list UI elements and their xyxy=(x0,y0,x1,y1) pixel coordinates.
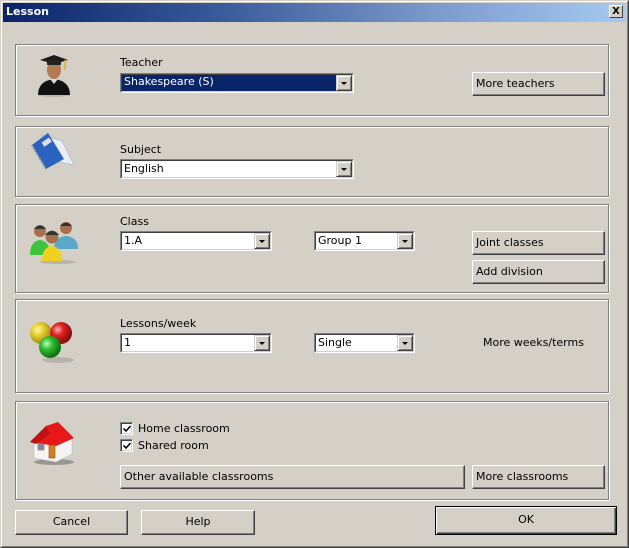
lesson-length-value: Single xyxy=(318,336,352,349)
checkmark-icon xyxy=(123,442,131,450)
more-teachers-button[interactable]: More teachers xyxy=(472,72,605,96)
teacher-graduate-icon xyxy=(38,55,70,97)
chevron-down-icon[interactable] xyxy=(336,75,352,91)
chevron-down-icon[interactable] xyxy=(254,335,270,351)
add-division-button[interactable]: Add division xyxy=(472,260,605,284)
class-dropdown[interactable]: 1.A xyxy=(120,231,272,251)
class-label: Class xyxy=(120,215,149,228)
other-available-classrooms-button[interactable]: Other available classrooms xyxy=(120,465,465,489)
lesson-length-dropdown[interactable]: Single xyxy=(314,333,415,353)
rooms-group: Home classroom Shared room Other availab… xyxy=(15,401,609,500)
help-button[interactable]: Help xyxy=(141,510,255,535)
subject-group: Subject English xyxy=(15,126,609,197)
shared-room-label: Shared room xyxy=(138,439,209,452)
lessons-per-week-label: Lessons/week xyxy=(120,317,197,330)
class-dropdown-value: 1.A xyxy=(124,234,143,247)
group-dropdown-value: Group 1 xyxy=(318,234,362,247)
chevron-down-icon[interactable] xyxy=(397,335,413,351)
cancel-button[interactable]: Cancel xyxy=(15,510,128,535)
lessons-per-week-value: 1 xyxy=(124,336,131,349)
subject-dropdown-value: English xyxy=(124,162,164,175)
close-icon: X xyxy=(612,6,620,17)
checkmark-icon xyxy=(123,425,131,433)
colored-balls-icon xyxy=(30,322,74,363)
more-classrooms-button[interactable]: More classrooms xyxy=(472,465,605,489)
home-classroom-checkbox[interactable] xyxy=(120,422,133,435)
lessons-group: Lessons/week 1 Single More weeks/terms xyxy=(15,299,609,393)
class-group: Class 1.A Group 1 Joint classes Add divi… xyxy=(15,204,609,293)
group-dropdown[interactable]: Group 1 xyxy=(314,231,415,251)
chevron-down-icon[interactable] xyxy=(254,233,270,249)
title-bar[interactable]: Lesson X xyxy=(3,3,626,22)
teacher-dropdown[interactable]: Shakespeare (S) xyxy=(120,73,354,93)
window-title: Lesson xyxy=(6,5,49,18)
teacher-label: Teacher xyxy=(120,56,163,69)
more-weeks-terms-button[interactable]: More weeks/terms xyxy=(483,336,584,349)
notebook-icon xyxy=(31,133,75,170)
subject-dropdown[interactable]: English xyxy=(120,159,354,179)
lessons-per-week-dropdown[interactable]: 1 xyxy=(120,333,272,353)
chevron-down-icon[interactable] xyxy=(397,233,413,249)
home-classroom-label: Home classroom xyxy=(138,422,230,435)
teacher-group: Teacher Shakespeare (S) More teachers xyxy=(15,44,609,116)
chevron-down-icon[interactable] xyxy=(336,161,352,177)
shared-room-checkbox[interactable] xyxy=(120,439,133,452)
ok-button[interactable]: OK xyxy=(435,506,617,535)
lesson-dialog: Lesson X Teacher Shakespeare (S) More te… xyxy=(0,0,629,548)
house-icon xyxy=(30,422,74,465)
close-button[interactable]: X xyxy=(609,5,623,18)
subject-label: Subject xyxy=(120,143,162,156)
students-group-icon xyxy=(30,222,78,264)
joint-classes-button[interactable]: Joint classes xyxy=(472,231,605,255)
teacher-dropdown-value: Shakespeare (S) xyxy=(122,75,336,91)
